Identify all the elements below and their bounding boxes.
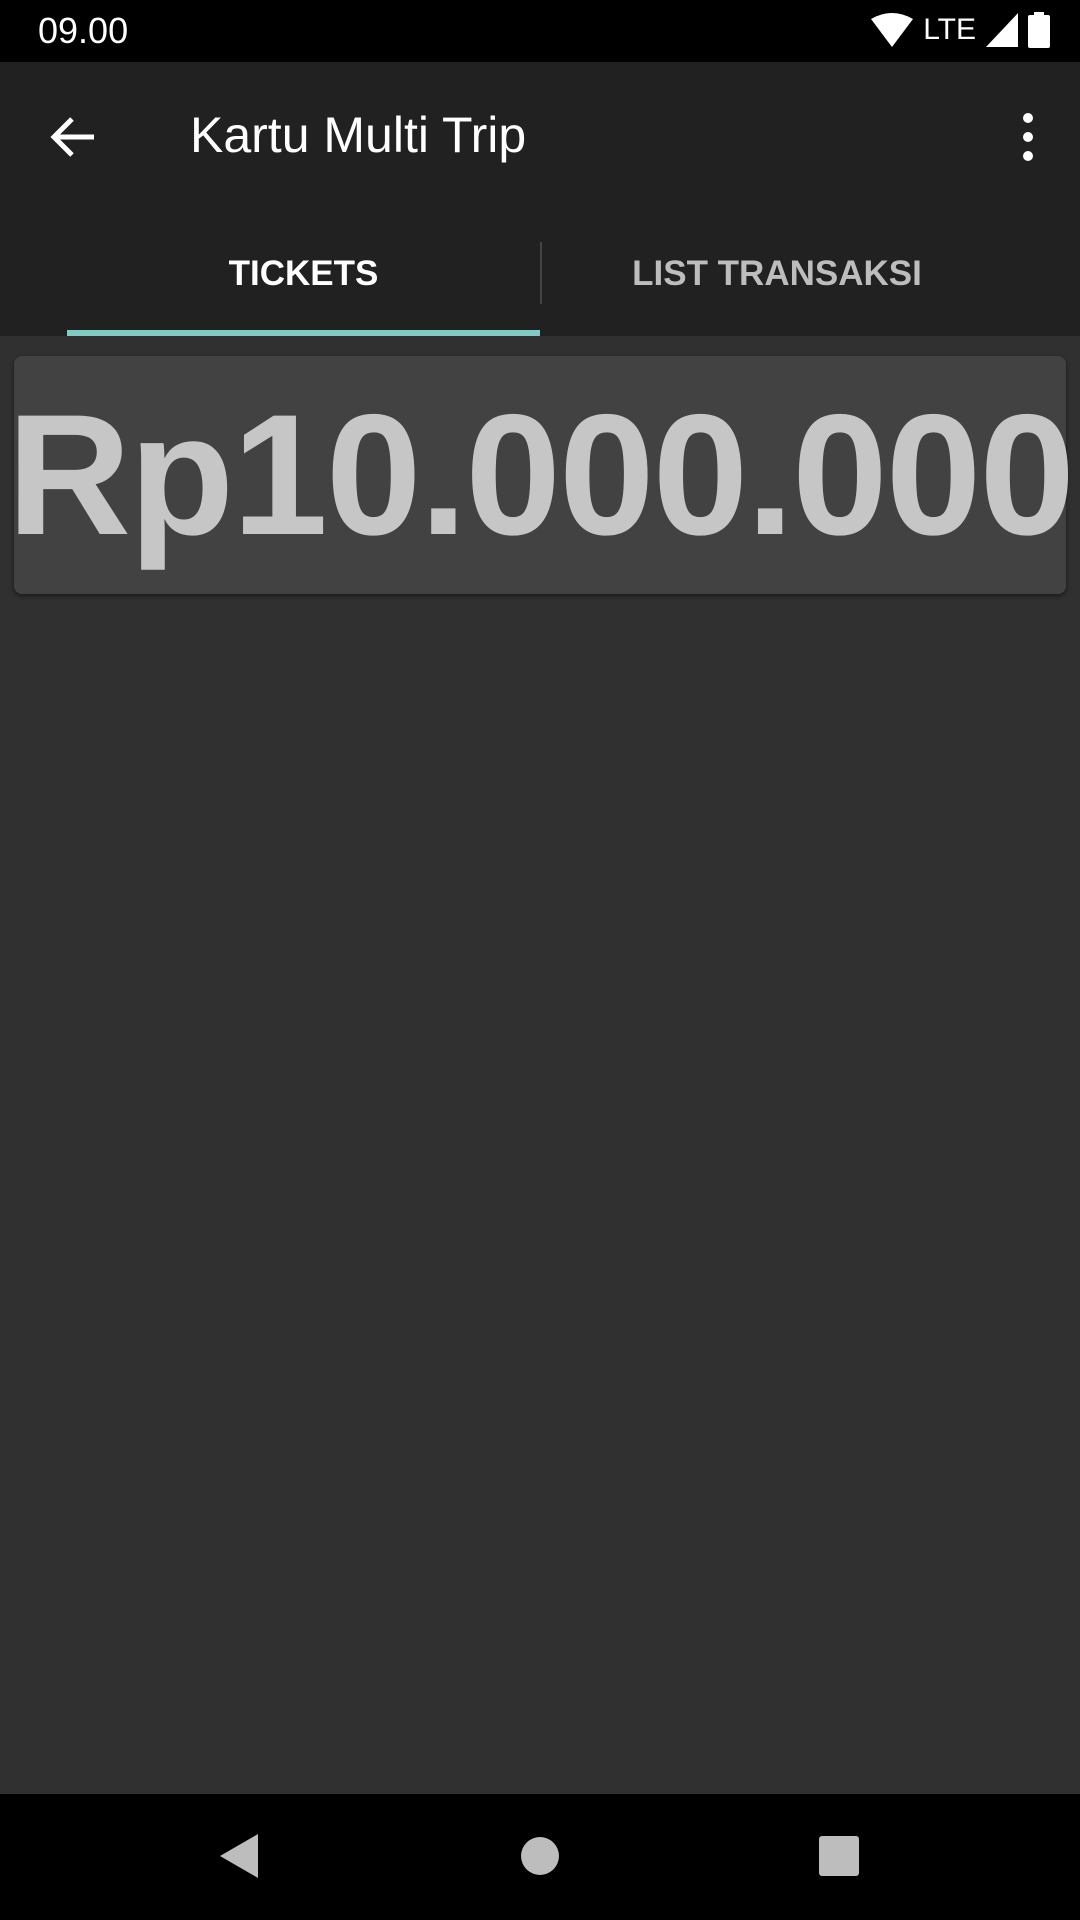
more-vert-icon[interactable] [1016, 112, 1040, 162]
status-icons: LTE [871, 12, 1050, 48]
navigation-bar [0, 1794, 1080, 1920]
wifi-icon [871, 13, 914, 47]
page-title: Kartu Multi Trip [190, 107, 527, 163]
arrow-back-icon[interactable] [48, 112, 98, 162]
tab-tickets[interactable]: TICKETS [67, 212, 540, 336]
back-triangle-icon[interactable] [218, 1832, 260, 1880]
tab-bar: TICKETS LIST TRANSAKSI [0, 212, 1080, 336]
battery-icon [1028, 12, 1050, 48]
status-bar: 09.00 LTE [0, 0, 1080, 62]
app-bar: Kartu Multi Trip [0, 62, 1080, 212]
network-type: LTE [923, 13, 976, 46]
balance-amount: Rp10.000.000 [6, 379, 1075, 571]
signal-icon [986, 13, 1018, 47]
recents-square-icon[interactable] [818, 1832, 860, 1880]
clock: 09.00 [38, 10, 129, 51]
home-circle-icon[interactable] [520, 1832, 560, 1880]
tab-indicator [67, 330, 540, 336]
tab-list-transaksi[interactable]: LIST TRANSAKSI [541, 212, 1013, 336]
balance-card[interactable]: Rp10.000.000 [7, 356, 1075, 594]
